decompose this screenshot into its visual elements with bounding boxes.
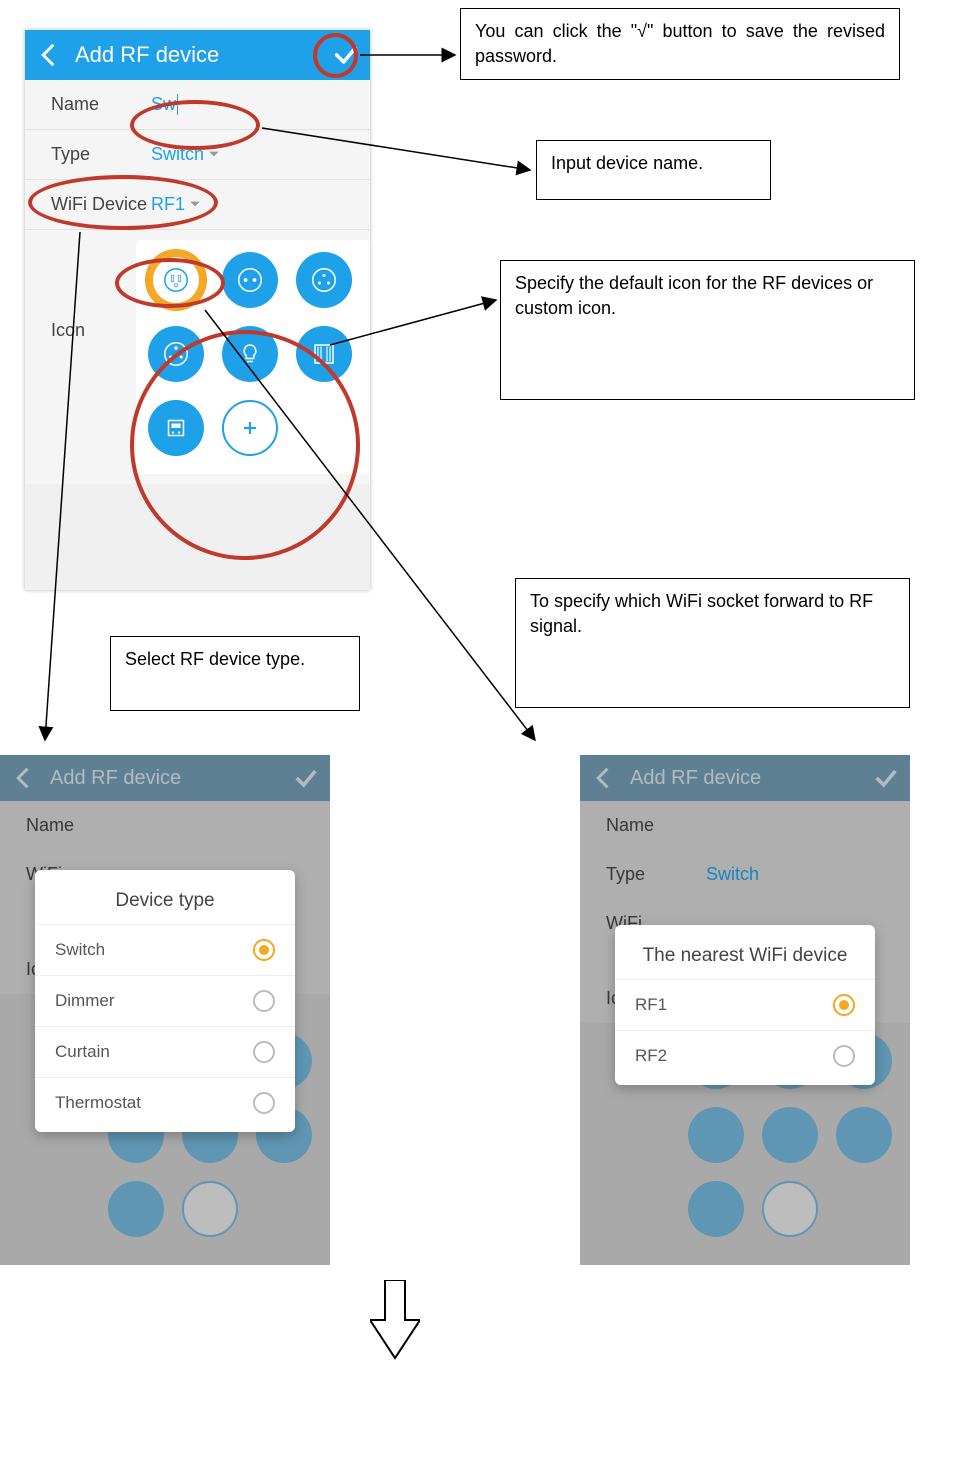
icon-socket-round-icon[interactable] xyxy=(148,326,204,382)
chevron-down-icon xyxy=(208,144,220,165)
phone-device-type-dialog: Add RF device Name WiFi Icon Device type… xyxy=(0,755,330,1265)
option-dimmer[interactable]: Dimmer xyxy=(35,975,295,1026)
app-header: Add RF device xyxy=(25,30,370,80)
wifi-device-row[interactable]: WiFi Device RF1 xyxy=(25,180,370,229)
type-value[interactable]: Switch xyxy=(151,144,220,165)
name-row: Name Sw xyxy=(25,80,370,129)
icon-grid xyxy=(136,240,370,474)
name-label: Name xyxy=(51,94,151,115)
radio-off-icon xyxy=(253,1041,275,1063)
option-curtain[interactable]: Curtain xyxy=(35,1026,295,1077)
header-title: Add RF device xyxy=(63,42,332,68)
icon-curtain-icon[interactable] xyxy=(296,326,352,382)
confirm-check-icon[interactable] xyxy=(332,41,360,69)
icon-thermostat-icon[interactable] xyxy=(148,400,204,456)
option-rf2[interactable]: RF2 xyxy=(615,1030,875,1081)
dialog-title: The nearest WiFi device xyxy=(615,939,875,979)
back-icon[interactable] xyxy=(35,41,63,69)
callout-icon: Specify the default icon for the RF devi… xyxy=(500,260,915,400)
icon-socket-eu-icon[interactable] xyxy=(222,252,278,308)
radio-on-icon xyxy=(833,994,855,1016)
phone-wifi-dialog: Add RF device Name TypeSwitch WiFi Icon … xyxy=(580,755,910,1265)
type-label: Type xyxy=(51,144,151,165)
radio-on-icon xyxy=(253,939,275,961)
option-thermostat[interactable]: Thermostat xyxy=(35,1077,295,1128)
chevron-down-icon xyxy=(189,194,201,215)
callout-name: Input device name. xyxy=(536,140,771,200)
icon-socket-us-icon[interactable] xyxy=(148,252,204,308)
device-type-dialog: Device type Switch Dimmer Curtain Thermo… xyxy=(35,870,295,1132)
callout-type: Select RF device type. xyxy=(110,636,360,711)
option-rf1[interactable]: RF1 xyxy=(615,979,875,1030)
radio-off-icon xyxy=(253,990,275,1012)
dialog-title: Device type xyxy=(35,884,295,924)
wifi-device-dialog: The nearest WiFi device RF1 RF2 xyxy=(615,925,875,1085)
icon-socket-uk-icon[interactable] xyxy=(296,252,352,308)
option-switch[interactable]: Switch xyxy=(35,924,295,975)
wifi-selected-text: RF1 xyxy=(151,194,185,215)
flow-arrow-down-icon xyxy=(370,1280,420,1360)
icon-bulb-icon[interactable] xyxy=(222,326,278,382)
radio-off-icon xyxy=(833,1045,855,1067)
wifi-label: WiFi Device xyxy=(51,194,151,215)
type-row[interactable]: Type Switch xyxy=(25,130,370,179)
icon-row: Icon xyxy=(25,230,370,484)
icon-add-custom-icon[interactable] xyxy=(222,400,278,456)
callout-wifi: To specify which WiFi socket forward to … xyxy=(515,578,910,708)
icon-label: Icon xyxy=(51,240,136,474)
name-input[interactable]: Sw xyxy=(151,94,178,115)
radio-off-icon xyxy=(253,1092,275,1114)
callout-save: You can click the "√" button to save the… xyxy=(460,8,900,80)
type-selected-text: Switch xyxy=(151,144,204,165)
main-phone-screenshot: Add RF device Name Sw Type Switch WiFi D… xyxy=(25,30,370,590)
wifi-value[interactable]: RF1 xyxy=(151,194,201,215)
